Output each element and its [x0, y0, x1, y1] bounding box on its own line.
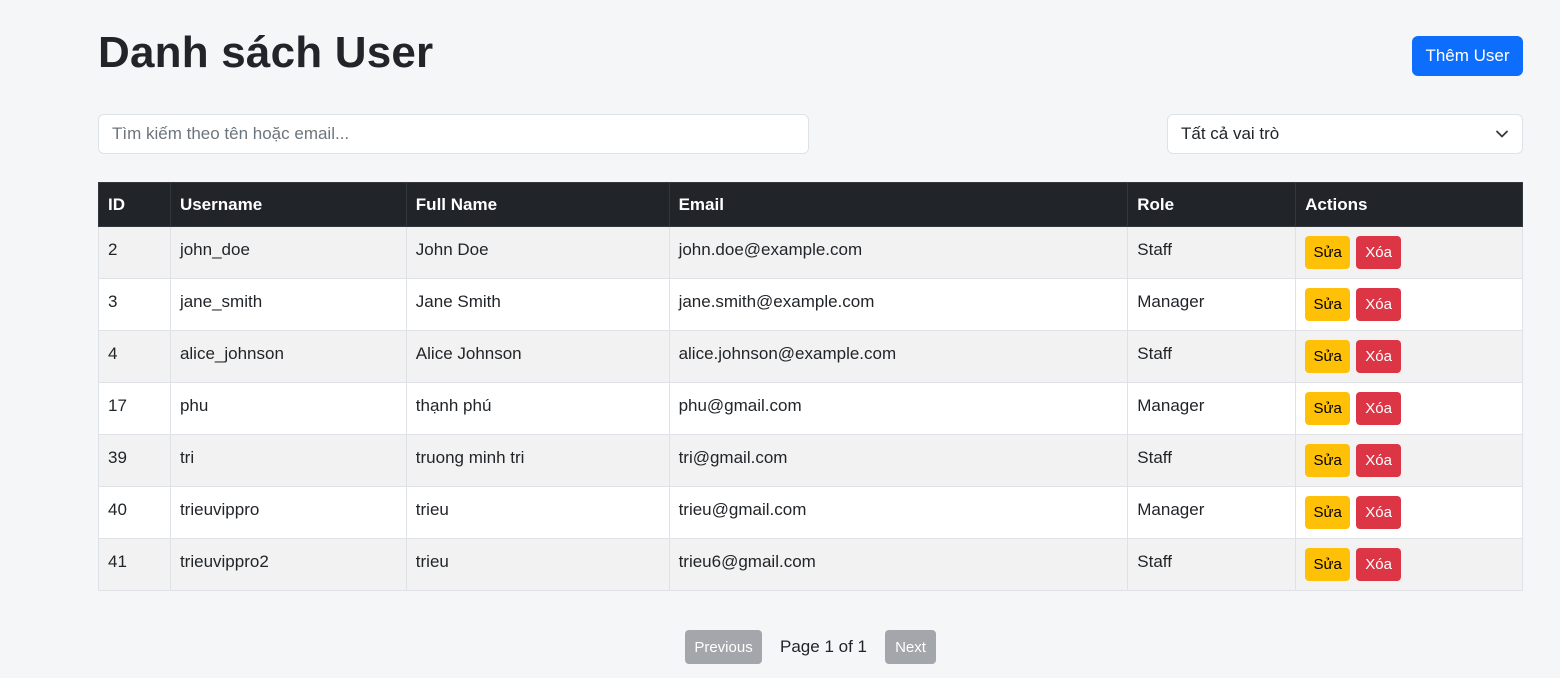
delete-button[interactable]: Xóa — [1356, 340, 1402, 373]
cell-username: phu — [169, 382, 407, 435]
delete-button[interactable]: Xóa — [1356, 444, 1402, 477]
search-input[interactable] — [98, 114, 809, 154]
cell-full-name: Jane Smith — [405, 278, 670, 331]
table-row: 40 trieuvippro trieu trieu@gmail.com Man… — [98, 486, 1523, 539]
cell-actions: Sửa Xóa — [1295, 278, 1523, 331]
column-header-email: Email — [668, 182, 1129, 227]
cell-full-name: trieu — [405, 486, 670, 539]
cell-username: alice_johnson — [169, 330, 407, 383]
cell-actions: Sửa Xóa — [1295, 226, 1523, 279]
cell-username: john_doe — [169, 226, 407, 279]
page-indicator: Page 1 of 1 — [780, 637, 867, 656]
column-header-id: ID — [98, 182, 171, 227]
delete-button[interactable]: Xóa — [1356, 392, 1402, 425]
edit-button[interactable]: Sửa — [1305, 444, 1351, 477]
cell-full-name: trieu — [405, 538, 670, 591]
cell-email: tri@gmail.com — [668, 434, 1129, 487]
table-row: 41 trieuvippro2 trieu trieu6@gmail.com S… — [98, 538, 1523, 591]
page-title: Danh sách User — [98, 28, 434, 77]
table-row: 3 jane_smith Jane Smith jane.smith@examp… — [98, 278, 1523, 331]
edit-button[interactable]: Sửa — [1305, 392, 1351, 425]
table-row: 17 phu thạnh phú phu@gmail.com Manager S… — [98, 382, 1523, 435]
cell-role: Manager — [1127, 486, 1297, 539]
table-row: 2 john_doe John Doe john.doe@example.com… — [98, 226, 1523, 279]
edit-button[interactable]: Sửa — [1305, 236, 1351, 269]
edit-button[interactable]: Sửa — [1305, 496, 1351, 529]
cell-id: 41 — [98, 538, 171, 591]
delete-button[interactable]: Xóa — [1356, 548, 1402, 581]
delete-button[interactable]: Xóa — [1356, 236, 1402, 269]
cell-username: trieuvippro — [169, 486, 407, 539]
users-table: ID Username Full Name Email Role Actions… — [98, 182, 1523, 591]
edit-button[interactable]: Sửa — [1305, 288, 1351, 321]
table-row: 4 alice_johnson Alice Johnson alice.john… — [98, 330, 1523, 383]
edit-button[interactable]: Sửa — [1305, 548, 1351, 581]
add-user-button[interactable]: Thêm User — [1412, 36, 1523, 76]
cell-role: Manager — [1127, 382, 1297, 435]
role-filter-selected-label: Tất cả vai trò — [1181, 124, 1280, 143]
column-header-username: Username — [169, 182, 407, 227]
cell-actions: Sửa Xóa — [1295, 538, 1523, 591]
edit-button[interactable]: Sửa — [1305, 340, 1351, 373]
cell-full-name: Alice Johnson — [405, 330, 670, 383]
cell-id: 39 — [98, 434, 171, 487]
cell-role: Staff — [1127, 330, 1297, 383]
cell-actions: Sửa Xóa — [1295, 434, 1523, 487]
cell-role: Staff — [1127, 538, 1297, 591]
previous-page-button[interactable]: Previous — [685, 630, 763, 664]
delete-button[interactable]: Xóa — [1356, 496, 1402, 529]
chevron-down-icon — [1495, 127, 1509, 141]
cell-email: phu@gmail.com — [668, 382, 1129, 435]
cell-full-name: thạnh phú — [405, 382, 670, 435]
cell-actions: Sửa Xóa — [1295, 486, 1523, 539]
cell-email: john.doe@example.com — [668, 226, 1129, 279]
cell-id: 4 — [98, 330, 171, 383]
cell-username: trieuvippro2 — [169, 538, 407, 591]
cell-email: trieu6@gmail.com — [668, 538, 1129, 591]
cell-username: tri — [169, 434, 407, 487]
cell-email: alice.johnson@example.com — [668, 330, 1129, 383]
column-header-actions: Actions — [1295, 182, 1523, 227]
cell-id: 2 — [98, 226, 171, 279]
cell-actions: Sửa Xóa — [1295, 382, 1523, 435]
cell-actions: Sửa Xóa — [1295, 330, 1523, 383]
cell-role: Staff — [1127, 226, 1297, 279]
cell-username: jane_smith — [169, 278, 407, 331]
role-filter-select[interactable]: Tất cả vai trò — [1167, 114, 1523, 154]
column-header-full-name: Full Name — [405, 182, 670, 227]
cell-email: trieu@gmail.com — [668, 486, 1129, 539]
cell-full-name: truong minh tri — [405, 434, 670, 487]
cell-full-name: John Doe — [405, 226, 670, 279]
cell-id: 40 — [98, 486, 171, 539]
cell-role: Staff — [1127, 434, 1297, 487]
table-header-row: ID Username Full Name Email Role Actions — [98, 182, 1523, 227]
pagination: Previous Page 1 of 1 Next — [98, 630, 1523, 664]
cell-id: 3 — [98, 278, 171, 331]
cell-id: 17 — [98, 382, 171, 435]
cell-email: jane.smith@example.com — [668, 278, 1129, 331]
table-row: 39 tri truong minh tri tri@gmail.com Sta… — [98, 434, 1523, 487]
column-header-role: Role — [1127, 182, 1297, 227]
delete-button[interactable]: Xóa — [1356, 288, 1402, 321]
cell-role: Manager — [1127, 278, 1297, 331]
next-page-button[interactable]: Next — [884, 630, 936, 664]
